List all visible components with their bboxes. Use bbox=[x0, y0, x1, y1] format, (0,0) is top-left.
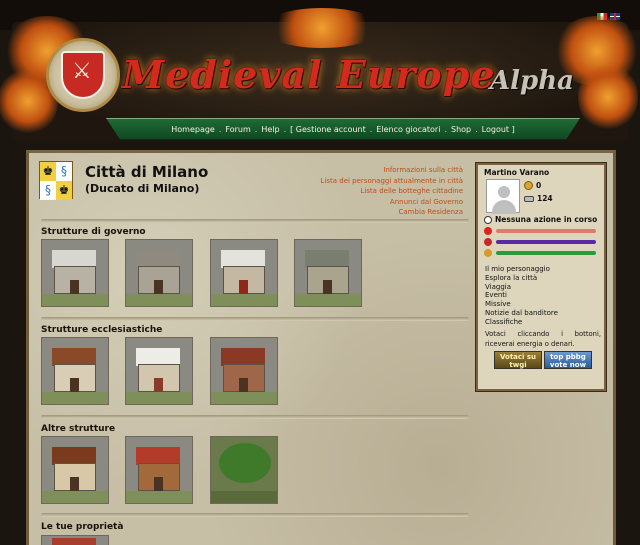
flame-decoration bbox=[262, 8, 382, 48]
church-building[interactable] bbox=[41, 337, 109, 405]
heart-icon bbox=[484, 227, 492, 235]
site-title: Medieval Europe bbox=[122, 52, 496, 97]
coins-display: 0 bbox=[524, 181, 541, 190]
menu-explore-city[interactable]: Esplora la città bbox=[485, 274, 558, 283]
menu-my-character[interactable]: Il mio personaggio bbox=[485, 265, 558, 274]
energy-icon bbox=[484, 238, 492, 246]
vote-button-twgi[interactable]: Votaci su twgi bbox=[494, 351, 542, 369]
city-coat-of-arms: ♚ § § ♚ bbox=[39, 161, 73, 200]
nav-homepage[interactable]: Homepage bbox=[171, 125, 215, 134]
avatar[interactable] bbox=[486, 179, 520, 214]
section-title-government: Strutture di governo bbox=[41, 227, 146, 237]
section-divider bbox=[41, 219, 469, 223]
action-status: Nessuna azione in corso bbox=[484, 215, 597, 224]
serpent-icon: § bbox=[56, 162, 72, 181]
coins-value: 0 bbox=[536, 181, 542, 190]
other-building[interactable] bbox=[41, 436, 109, 504]
eagle-icon: ♚ bbox=[56, 181, 72, 200]
section-title-ecclesiastic: Strutture ecclesiastiche bbox=[41, 325, 163, 335]
energy-bar bbox=[496, 240, 596, 244]
clock-icon bbox=[484, 215, 492, 224]
section-divider bbox=[41, 513, 469, 517]
experience-display: 124 bbox=[524, 194, 553, 203]
crest-logo bbox=[46, 38, 120, 112]
health-bar-row bbox=[484, 227, 596, 235]
section-title-properties: Le tue proprietà bbox=[41, 522, 124, 532]
character-name: Martino Varano bbox=[484, 168, 550, 177]
government-building[interactable] bbox=[210, 239, 278, 307]
menu-announcer-news[interactable]: Notizie dal banditore bbox=[485, 309, 558, 318]
government-building[interactable] bbox=[294, 239, 362, 307]
government-building[interactable] bbox=[125, 239, 193, 307]
menu-rankings[interactable]: Classifiche bbox=[485, 318, 558, 327]
city-subtitle: (Ducato di Milano) bbox=[85, 182, 200, 195]
nav-logout[interactable]: Logout ] bbox=[482, 125, 515, 134]
vote-button-pbbg[interactable]: top pbbg vote now bbox=[544, 351, 592, 369]
eagle-icon: ♚ bbox=[40, 162, 56, 181]
nav-shop[interactable]: Shop bbox=[451, 125, 471, 134]
church-building[interactable] bbox=[210, 337, 278, 405]
section-title-other: Altre strutture bbox=[41, 424, 116, 434]
section-divider bbox=[41, 415, 469, 419]
nav-forum[interactable]: Forum bbox=[225, 125, 250, 134]
vote-note: Votaci cliccando i bottoni, riceverai en… bbox=[485, 330, 601, 348]
link-characters-in-city[interactable]: Lista dei personaggi attualmente in citt… bbox=[321, 176, 463, 187]
link-change-residence[interactable]: Cambia Residenza bbox=[321, 207, 464, 218]
nav-players[interactable]: Elenco giocatori bbox=[376, 125, 440, 134]
stamina-bar bbox=[496, 251, 596, 255]
menu-events[interactable]: Eventi bbox=[485, 291, 558, 300]
action-status-text: Nessuna azione in corso bbox=[495, 215, 598, 224]
energy-bar-row bbox=[484, 238, 596, 246]
shield-icon bbox=[61, 51, 105, 99]
link-city-info[interactable]: Informazioni sulla città bbox=[321, 165, 463, 176]
nav-help[interactable]: Help bbox=[261, 125, 279, 134]
health-bar bbox=[496, 229, 596, 233]
nav-account[interactable]: [ Gestione account bbox=[290, 125, 366, 134]
church-building[interactable] bbox=[125, 337, 193, 405]
top-nav: Homepage. Forum. Help. [ Gestione accoun… bbox=[106, 118, 580, 140]
serpent-icon: § bbox=[40, 181, 56, 200]
city-links: Informazioni sulla città Lista dei perso… bbox=[321, 165, 463, 218]
experience-value: 124 bbox=[537, 194, 553, 203]
government-building[interactable] bbox=[41, 239, 109, 307]
city-title: Città di Milano bbox=[85, 163, 209, 181]
link-government-news[interactable]: Annunci dal Governo bbox=[321, 197, 463, 208]
link-city-shops[interactable]: Lista delle botteghe cittadine bbox=[321, 186, 463, 197]
section-divider bbox=[41, 317, 469, 321]
menu-travel[interactable]: Viaggia bbox=[485, 283, 558, 292]
other-building[interactable] bbox=[125, 436, 193, 504]
stamina-icon bbox=[484, 249, 492, 257]
character-panel: Martino Varano 0 124 Nessuna azione in c… bbox=[475, 162, 607, 392]
menu-messages[interactable]: Missive bbox=[485, 300, 558, 309]
flame-decoration bbox=[578, 62, 638, 132]
property-building[interactable] bbox=[41, 535, 109, 545]
stamina-bar-row bbox=[484, 249, 596, 257]
site-tag: Alpha bbox=[490, 66, 574, 96]
character-menu: Il mio personaggio Esplora la città Viag… bbox=[485, 265, 558, 327]
coin-icon bbox=[524, 181, 533, 190]
experience-icon bbox=[524, 195, 534, 202]
other-building[interactable] bbox=[210, 436, 278, 504]
